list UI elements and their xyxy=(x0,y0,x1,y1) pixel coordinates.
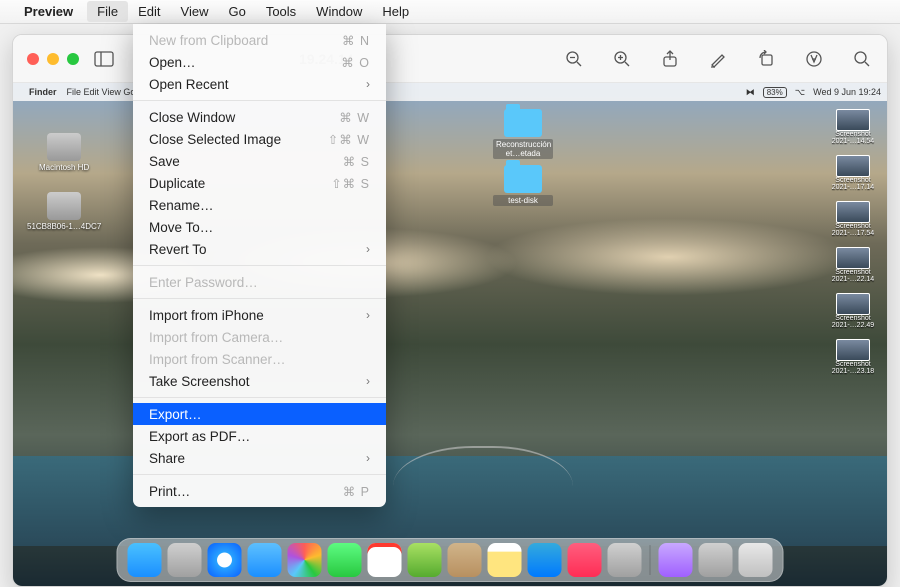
menu-item-import-from-iphone[interactable]: Import from iPhone› xyxy=(133,304,386,326)
menu-edit[interactable]: Edit xyxy=(128,1,170,22)
dock-app-appstore[interactable] xyxy=(528,543,562,577)
battery-status: 83% xyxy=(763,87,787,98)
dock-app-mail[interactable] xyxy=(248,543,282,577)
menu-help[interactable]: Help xyxy=(372,1,419,22)
desktop-screenshot[interactable]: Screenshot 2021-…22.49 xyxy=(825,293,881,329)
desktop-drive[interactable]: Macintosh HD xyxy=(27,133,101,172)
menu-item-revert-to[interactable]: Revert To› xyxy=(133,238,386,260)
desktop-screenshot[interactable]: Screenshot 2021-…14.54 xyxy=(825,109,881,145)
share-icon[interactable] xyxy=(659,48,681,70)
minimize-button[interactable] xyxy=(47,53,59,65)
dock-app-safari[interactable] xyxy=(208,543,242,577)
dock-downloads[interactable] xyxy=(699,543,733,577)
traffic-lights xyxy=(27,53,79,65)
menu-item-enter-password: Enter Password… xyxy=(133,271,386,293)
inner-app-name: Finder xyxy=(29,87,57,97)
menubar-menus: FileEditViewGoToolsWindowHelp xyxy=(87,1,419,22)
desktop-screenshot[interactable]: Screenshot 2021-…17.54 xyxy=(825,201,881,237)
dock-app-notes[interactable] xyxy=(488,543,522,577)
menu-item-import-from-scanner: Import from Scanner… xyxy=(133,348,386,370)
menu-item-share[interactable]: Share› xyxy=(133,447,386,469)
rotate-icon[interactable] xyxy=(755,48,777,70)
desktop-screenshot[interactable]: Screenshot 2021-…17.14 xyxy=(825,155,881,191)
dock-recent-app[interactable] xyxy=(659,543,693,577)
dock-app-contacts[interactable] xyxy=(448,543,482,577)
dock-app-finder[interactable] xyxy=(128,543,162,577)
clock: Wed 9 Jun 19:24 xyxy=(813,87,881,97)
dock-trash[interactable] xyxy=(739,543,773,577)
chevron-right-icon: › xyxy=(366,374,370,388)
menu-go[interactable]: Go xyxy=(218,1,255,22)
menu-item-close-window[interactable]: Close Window⌘ W xyxy=(133,106,386,128)
menu-item-export[interactable]: Export… xyxy=(133,403,386,425)
markup-icon[interactable] xyxy=(707,48,729,70)
menu-item-rename[interactable]: Rename… xyxy=(133,194,386,216)
desktop-folder[interactable]: Reconstrucción et…etada xyxy=(493,109,553,159)
zoom-out-icon[interactable] xyxy=(563,48,585,70)
dock xyxy=(117,538,784,582)
menu-separator xyxy=(133,397,386,398)
menu-separator xyxy=(133,474,386,475)
desktop-screenshot[interactable]: Screenshot 2021-…23.18 xyxy=(825,339,881,375)
desktop-screenshot[interactable]: Screenshot 2021-…22.14 xyxy=(825,247,881,283)
menu-item-close-selected-image[interactable]: Close Selected Image⇧⌘ W xyxy=(133,128,386,150)
dock-app-photos[interactable] xyxy=(288,543,322,577)
menu-tools[interactable]: Tools xyxy=(256,1,306,22)
menu-item-export-as-pdf[interactable]: Export as PDF… xyxy=(133,425,386,447)
dock-app-calendar[interactable] xyxy=(368,543,402,577)
menu-separator xyxy=(133,100,386,101)
highlight-icon[interactable] xyxy=(803,48,825,70)
menu-view[interactable]: View xyxy=(171,1,219,22)
wifi-icon: ⧓ xyxy=(746,87,755,98)
chevron-right-icon: › xyxy=(366,242,370,256)
file-menu-dropdown: New from Clipboard⌘ NOpen…⌘ OOpen Recent… xyxy=(133,24,386,507)
menu-separator xyxy=(133,265,386,266)
menu-separator xyxy=(133,298,386,299)
menu-item-print[interactable]: Print…⌘ P xyxy=(133,480,386,502)
close-button[interactable] xyxy=(27,53,39,65)
control-center-icon: ⌥ xyxy=(795,87,805,98)
menu-item-import-from-camera: Import from Camera… xyxy=(133,326,386,348)
dock-app-settings[interactable] xyxy=(608,543,642,577)
menu-item-open[interactable]: Open…⌘ O xyxy=(133,51,386,73)
search-icon[interactable] xyxy=(851,48,873,70)
dock-app-maps[interactable] xyxy=(408,543,442,577)
zoom-in-icon[interactable] xyxy=(611,48,633,70)
dock-app-launchpad[interactable] xyxy=(168,543,202,577)
menu-item-open-recent[interactable]: Open Recent› xyxy=(133,73,386,95)
menu-file[interactable]: File xyxy=(87,1,128,22)
menu-window[interactable]: Window xyxy=(306,1,372,22)
sidebar-toggle-icon[interactable] xyxy=(93,48,115,70)
desktop-folder[interactable]: test-disk xyxy=(493,165,553,206)
menu-item-move-to[interactable]: Move To… xyxy=(133,216,386,238)
menu-item-new-from-clipboard: New from Clipboard⌘ N xyxy=(133,29,386,51)
dock-separator xyxy=(650,545,651,575)
menu-item-take-screenshot[interactable]: Take Screenshot› xyxy=(133,370,386,392)
dock-app-music[interactable] xyxy=(568,543,602,577)
chevron-right-icon: › xyxy=(366,77,370,91)
menu-item-save[interactable]: Save⌘ S xyxy=(133,150,386,172)
chevron-right-icon: › xyxy=(366,451,370,465)
maximize-button[interactable] xyxy=(67,53,79,65)
dock-app-messages[interactable] xyxy=(328,543,362,577)
chevron-right-icon: › xyxy=(366,308,370,322)
active-app-name[interactable]: Preview xyxy=(24,4,73,19)
toolbar-right xyxy=(563,48,873,70)
menu-item-duplicate[interactable]: Duplicate⇧⌘ S xyxy=(133,172,386,194)
desktop-drive[interactable]: 51CB8B06-1…4DC7 xyxy=(27,192,101,231)
system-menubar: Preview FileEditViewGoToolsWindowHelp xyxy=(0,0,900,24)
